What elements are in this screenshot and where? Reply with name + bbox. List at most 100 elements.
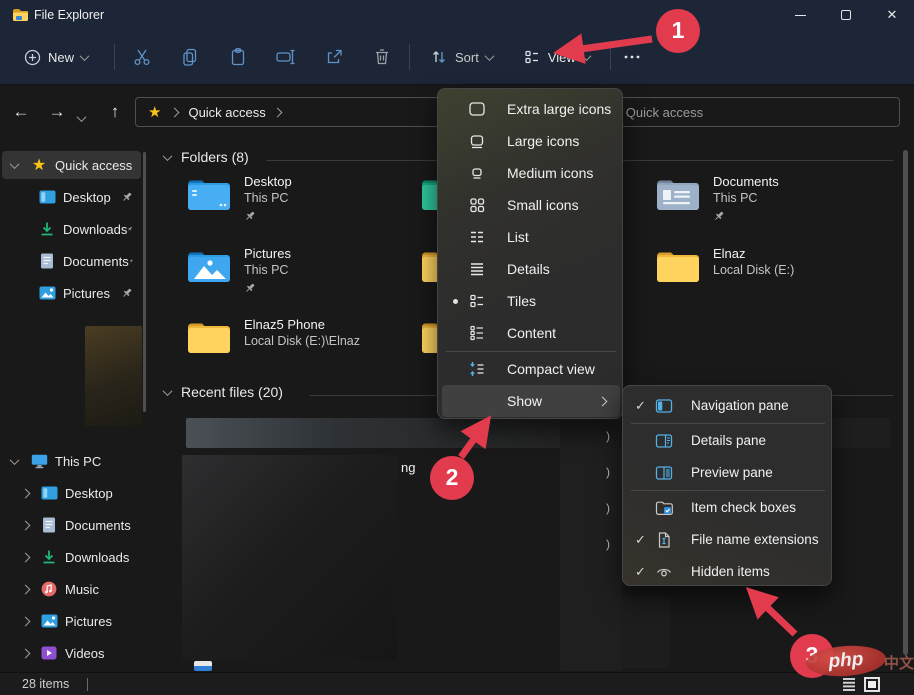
- menu-item-large-icons[interactable]: Large icons: [442, 125, 620, 157]
- chevron-down-icon: [77, 112, 87, 122]
- show-submenu: ✓ Navigation pane Details pane Preview p…: [622, 385, 832, 586]
- rename-button[interactable]: [275, 39, 297, 75]
- folder-documents-icon: [655, 176, 701, 212]
- redacted-file-thumbnail[interactable]: [182, 455, 397, 660]
- sidebar-item-label: Music: [65, 582, 99, 597]
- new-button[interactable]: New: [14, 39, 98, 75]
- minimize-button[interactable]: [777, 0, 823, 30]
- sidebar-item-this-pc[interactable]: This PC: [2, 447, 141, 475]
- tile-name: Documents: [713, 174, 873, 190]
- chevron-down-icon: [80, 51, 90, 61]
- sidebar-scrollbar[interactable]: [143, 152, 146, 412]
- music-icon: [40, 580, 58, 598]
- see-more-button[interactable]: [621, 39, 643, 75]
- menu-item-extra-large-icons[interactable]: Extra large icons: [442, 93, 620, 125]
- menu-item-label: Compact view: [507, 361, 595, 377]
- checkmark-icon: ✓: [627, 532, 655, 548]
- sort-button[interactable]: Sort: [420, 39, 503, 75]
- details-view-toggle-icon[interactable]: [841, 676, 857, 692]
- submenu-item-navigation-pane[interactable]: ✓ Navigation pane: [627, 390, 829, 421]
- chevron-right-icon: [21, 616, 31, 626]
- sidebar-item-pc-downloads[interactable]: Downloads: [2, 543, 141, 571]
- folders-section-header[interactable]: Folders (8): [164, 149, 249, 165]
- folder-tile-documents[interactable]: Documents This PC: [655, 176, 701, 217]
- menu-item-list[interactable]: List: [442, 221, 620, 253]
- menu-item-content[interactable]: Content: [442, 317, 620, 349]
- sidebar-item-pc-desktop[interactable]: Desktop: [2, 479, 141, 507]
- pin-icon: [244, 282, 256, 294]
- share-button[interactable]: [323, 39, 345, 75]
- folder-blue-icon: [186, 176, 232, 212]
- copy-icon: [180, 47, 200, 67]
- desktop-icon: [38, 188, 56, 206]
- delete-button[interactable]: [371, 39, 393, 75]
- submenu-item-item-check-boxes[interactable]: Item check boxes: [627, 492, 829, 523]
- folder-tile-elnaz5-phone[interactable]: Elnaz5 Phone Local Disk (E:)\Elnaz: [186, 319, 232, 360]
- extra-large-icons-icon: [468, 100, 498, 118]
- folder-yellow-icon: [186, 319, 232, 355]
- details-icon: [468, 260, 498, 278]
- view-button[interactable]: View: [513, 39, 600, 75]
- submenu-item-details-pane[interactable]: Details pane: [627, 425, 829, 456]
- redacted-file-item[interactable]: [620, 597, 670, 668]
- rename-icon: [275, 47, 297, 67]
- paste-button[interactable]: [227, 39, 249, 75]
- file-explorer-window: File Explorer ✕ New: [0, 0, 914, 695]
- copy-button[interactable]: [179, 39, 201, 75]
- sidebar-item-downloads[interactable]: Downloads: [2, 215, 141, 243]
- menu-separator: [631, 490, 825, 491]
- sidebar-item-label: Documents: [65, 518, 131, 533]
- forward-button[interactable]: →: [42, 97, 72, 127]
- menu-item-label: Show: [507, 393, 542, 409]
- submenu-item-label: Details pane: [691, 433, 766, 448]
- menu-item-medium-icons[interactable]: Medium icons: [442, 157, 620, 189]
- back-button[interactable]: ←: [6, 97, 36, 127]
- breadcrumb[interactable]: Quick access: [184, 105, 269, 120]
- cut-icon: [132, 47, 152, 67]
- menu-item-label: Small icons: [507, 197, 579, 213]
- sidebar-item-pc-pictures[interactable]: Pictures: [2, 607, 141, 635]
- folder-tile-pictures[interactable]: Pictures This PC: [186, 248, 232, 289]
- submenu-item-label: Preview pane: [691, 465, 773, 480]
- redacted-file-column[interactable]: [560, 421, 622, 671]
- chevron-right-icon: [21, 584, 31, 594]
- redacted-sidebar-content: [85, 326, 142, 426]
- sidebar-item-pictures[interactable]: Pictures: [2, 279, 141, 307]
- sidebar-item-documents[interactable]: Documents: [2, 247, 141, 275]
- up-button[interactable]: ↑: [100, 97, 130, 127]
- cut-button[interactable]: [131, 39, 153, 75]
- submenu-item-hidden-items[interactable]: ✓ Hidden items: [627, 556, 829, 587]
- close-button[interactable]: ✕: [869, 0, 914, 30]
- folder-tile-desktop[interactable]: Desktop This PC: [186, 176, 232, 217]
- maximize-button[interactable]: [823, 0, 869, 30]
- menu-item-label: Extra large icons: [507, 101, 611, 117]
- tile-sub: This PC: [713, 190, 873, 206]
- this-pc-icon: [30, 452, 48, 470]
- window-scrollbar[interactable]: [903, 150, 908, 655]
- recent-files-section-header[interactable]: Recent files (20): [164, 384, 283, 400]
- plus-circle-icon: [24, 49, 41, 66]
- sidebar-item-pc-documents[interactable]: Documents: [2, 511, 141, 539]
- quick-access-star-icon: ★: [148, 103, 161, 121]
- submenu-item-file-name-extensions[interactable]: ✓ File name extensions: [627, 524, 829, 555]
- sidebar-item-pc-music[interactable]: Music: [2, 575, 141, 603]
- menu-item-label: List: [507, 229, 529, 245]
- sidebar-item-label: Pictures: [65, 614, 112, 629]
- filename-fragment: ng: [401, 460, 415, 476]
- list-icon: [468, 228, 498, 246]
- thumbnail-view-toggle-icon[interactable]: [864, 677, 880, 692]
- sidebar-item-quick-access[interactable]: ★ Quick access: [2, 151, 141, 179]
- menu-item-small-icons[interactable]: Small icons: [442, 189, 620, 221]
- toolbar-divider: [114, 44, 115, 70]
- recent-locations-button[interactable]: [78, 109, 85, 127]
- trash-icon: [372, 47, 392, 67]
- menu-item-details[interactable]: Details: [442, 253, 620, 285]
- sidebar-item-desktop[interactable]: Desktop: [2, 183, 141, 211]
- minimize-icon: [795, 15, 806, 16]
- folder-tile-elnaz[interactable]: Elnaz Local Disk (E:): [655, 248, 701, 289]
- menu-item-tiles[interactable]: Tiles: [442, 285, 620, 317]
- submenu-item-preview-pane[interactable]: Preview pane: [627, 457, 829, 488]
- menu-item-compact-view[interactable]: Compact view: [442, 353, 620, 385]
- menu-item-show[interactable]: Show: [442, 385, 620, 417]
- sidebar-item-pc-videos[interactable]: Videos: [2, 639, 141, 667]
